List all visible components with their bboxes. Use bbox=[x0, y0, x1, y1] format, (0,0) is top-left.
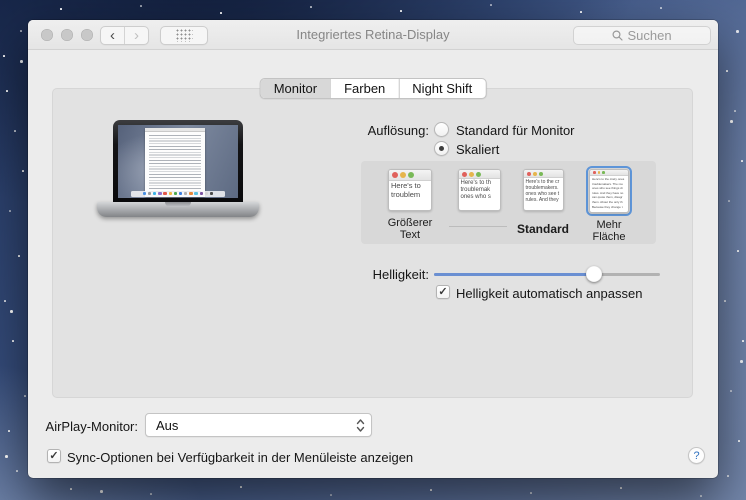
scaled-option-label: Größerer Text bbox=[373, 217, 447, 241]
system-preferences-window: ‹ › Integriertes Retina-Display Suchen M… bbox=[28, 20, 718, 478]
airplay-select[interactable]: Aus bbox=[145, 413, 372, 437]
laptop-dock bbox=[131, 191, 225, 197]
search-placeholder: Suchen bbox=[627, 28, 671, 43]
checkmark-icon: ✓ bbox=[49, 451, 58, 462]
back-button[interactable]: ‹ bbox=[101, 27, 125, 44]
search-input[interactable]: Suchen bbox=[573, 26, 711, 45]
laptop-document-window bbox=[145, 128, 205, 197]
scaled-option-2[interactable]: Here's to th troublemak ones who s bbox=[442, 166, 516, 214]
grid-icon bbox=[175, 28, 193, 42]
close-button[interactable] bbox=[41, 29, 53, 41]
airplay-selected-value: Aus bbox=[156, 418, 178, 433]
brightness-slider[interactable] bbox=[434, 266, 660, 282]
auto-brightness-label: Helligkeit automatisch anpassen bbox=[456, 286, 642, 301]
zoom-button[interactable] bbox=[81, 29, 93, 41]
mini-close-icon bbox=[392, 172, 398, 178]
nav-button-group: ‹ › bbox=[100, 26, 149, 45]
resolution-preview-thumbnail: Here's to th troublemak ones who s bbox=[458, 169, 501, 211]
scaled-option-label: Standard bbox=[506, 223, 580, 235]
resolution-preview-thumbnail: Here's to troublem bbox=[388, 169, 432, 211]
sync-options-checkbox[interactable]: ✓ bbox=[47, 449, 61, 463]
laptop-illustration bbox=[113, 120, 243, 202]
checkmark-icon: ✓ bbox=[438, 287, 447, 298]
resolution-preview-thumbnail: Here's to the crazy ones troublemakers. … bbox=[589, 169, 629, 213]
search-icon bbox=[612, 30, 623, 41]
desktop-background: ‹ › Integriertes Retina-Display Suchen M… bbox=[0, 0, 746, 500]
sync-options-label: Sync-Optionen bei Verfügbarkeit in der M… bbox=[67, 450, 413, 465]
help-button[interactable]: ? bbox=[688, 447, 705, 464]
mini-minimize-icon bbox=[400, 172, 406, 178]
brightness-slider-fill bbox=[434, 273, 594, 276]
slider-thumb[interactable] bbox=[586, 266, 602, 282]
tab-bar: Monitor Farben Night Shift bbox=[260, 78, 487, 99]
forward-button[interactable]: › bbox=[125, 27, 148, 44]
radio-scaled-resolution[interactable] bbox=[434, 141, 449, 156]
laptop-base bbox=[97, 202, 259, 217]
minimize-button[interactable] bbox=[61, 29, 73, 41]
scaled-option-label: Mehr Fläche bbox=[572, 219, 646, 243]
show-all-button[interactable] bbox=[160, 26, 208, 45]
scaled-option-standard[interactable]: Here's to the cr troublemakers. ones who… bbox=[506, 166, 580, 235]
auto-brightness-checkbox[interactable]: ✓ bbox=[436, 285, 450, 299]
tab-monitor[interactable]: Monitor bbox=[261, 79, 330, 98]
radio-scaled-label: Skaliert bbox=[456, 142, 499, 157]
scaled-option-more-space[interactable]: Here's to the crazy ones troublemakers. … bbox=[572, 166, 646, 243]
tab-night-shift[interactable]: Night Shift bbox=[398, 79, 485, 98]
radio-standard-label: Standard für Monitor bbox=[456, 123, 575, 138]
scaled-option-larger-text[interactable]: Here's to troublem Größerer Text bbox=[373, 166, 447, 241]
monitor-tab-panel: Auflösung: Standard für Monitor Skaliert… bbox=[52, 88, 693, 398]
select-chevrons-icon bbox=[356, 418, 365, 433]
resolution-preview-thumbnail: Here's to the cr troublemakers. ones who… bbox=[523, 169, 564, 211]
tab-farben[interactable]: Farben bbox=[330, 79, 398, 98]
mini-zoom-icon bbox=[408, 172, 414, 178]
laptop-screen bbox=[118, 125, 238, 198]
stars-bright bbox=[0, 0, 3, 3]
airplay-label: AirPlay-Monitor: bbox=[28, 419, 138, 434]
selection-ring: Here's to the crazy ones troublemakers. … bbox=[586, 166, 632, 216]
scaled-options-strip: Here's to troublem Größerer Text Here's … bbox=[361, 161, 656, 244]
label-divider-line bbox=[449, 226, 507, 227]
resolution-label: Auflösung: bbox=[269, 123, 429, 138]
brightness-label: Helligkeit: bbox=[269, 267, 429, 282]
radio-standard-resolution[interactable] bbox=[434, 122, 449, 137]
window-titlebar: ‹ › Integriertes Retina-Display Suchen bbox=[28, 20, 718, 50]
laptop-bezel bbox=[113, 120, 243, 202]
